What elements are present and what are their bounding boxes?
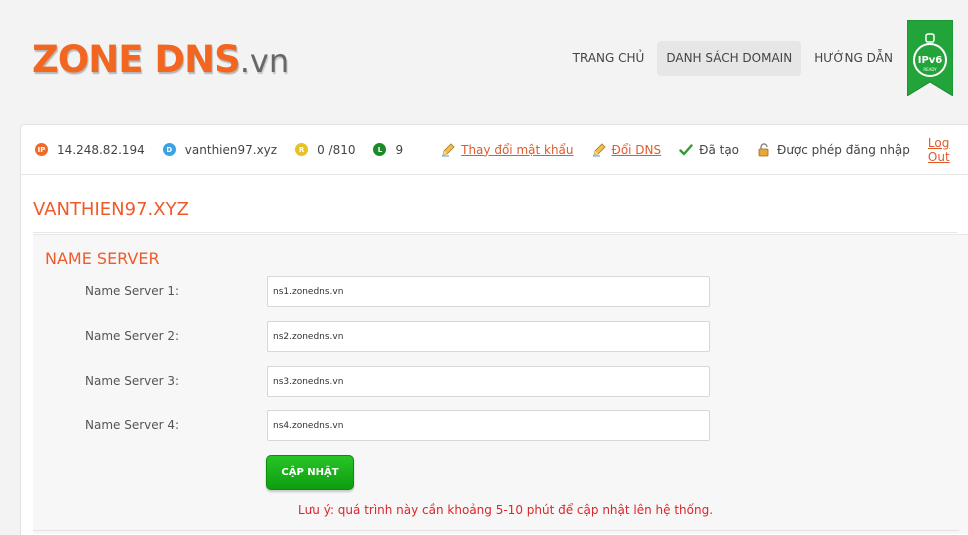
level-info: L 9 xyxy=(373,143,403,157)
badge-label: IPv6 xyxy=(918,55,943,66)
unlock-icon xyxy=(757,142,771,157)
name-server-input-4[interactable] xyxy=(267,410,710,441)
name-server-row-4: Name Server 4: xyxy=(33,410,968,441)
level-value: 9 xyxy=(395,142,404,157)
main-panel: IP 14.248.82.194 D vanthien97.xyz R 0 /8… xyxy=(20,124,968,535)
section-bottom-divider xyxy=(33,530,959,531)
logo-tld: .vn xyxy=(239,42,290,80)
ipv6-ready-badge: IPv6 READY xyxy=(907,20,953,96)
name-server-label-4: Name Server 4: xyxy=(85,418,180,432)
created-status: Đã tạo xyxy=(679,143,739,157)
main-nav: TRANG CHỦ DANH SÁCH DOMAIN HƯỚNG DẪN xyxy=(564,41,902,76)
level-icon: L xyxy=(373,143,387,156)
logo-brand: ZONE DNS xyxy=(32,38,241,81)
records-info: R 0 /810 xyxy=(295,143,355,157)
title-divider xyxy=(33,232,957,233)
name-server-row-1: Name Server 1: xyxy=(33,276,968,307)
pencil-icon xyxy=(441,142,455,157)
name-server-row-3: Name Server 3: xyxy=(33,366,968,397)
section-title: NAME SERVER xyxy=(45,249,160,268)
ip-icon: IP xyxy=(35,143,48,156)
logout-link[interactable]: Log Out xyxy=(928,136,968,164)
name-server-label-2: Name Server 2: xyxy=(85,329,180,343)
badge-sublabel: READY xyxy=(923,67,937,72)
nav-home[interactable]: TRANG CHỦ xyxy=(564,41,654,76)
update-note: Lưu ý: quá trình này cần khoảng 5-10 phú… xyxy=(298,503,714,517)
checkmark-icon xyxy=(679,143,693,157)
ip-value: 14.248.82.194 xyxy=(57,142,145,157)
logo[interactable]: ZONE DNS.vn xyxy=(32,38,290,81)
name-server-input-2[interactable] xyxy=(267,321,710,352)
domain-value: vanthien97.xyz xyxy=(184,142,278,157)
name-server-section: NAME SERVER Name Server 1: Name Server 2… xyxy=(33,234,968,534)
account-info-bar: IP 14.248.82.194 D vanthien97.xyz R 0 /8… xyxy=(21,125,968,175)
account-links: Thay đổi mật khẩu Đổi DNS Đã tạo Được ph… xyxy=(441,136,968,164)
pencil-icon xyxy=(592,142,606,157)
page-title: VANTHIEN97.XYZ xyxy=(33,199,189,220)
records-icon: R xyxy=(295,143,309,156)
records-value: 0 /810 xyxy=(317,142,356,157)
domain-icon: D xyxy=(162,143,176,156)
login-allowed-status: Được phép đăng nhập xyxy=(757,143,910,157)
nav-domain-list[interactable]: DANH SÁCH DOMAIN xyxy=(657,41,802,76)
nav-guide[interactable]: HƯỚNG DẪN xyxy=(805,41,902,76)
ip-info: IP 14.248.82.194 xyxy=(35,143,145,157)
change-password-link[interactable]: Thay đổi mật khẩu xyxy=(441,142,574,157)
domain-info: D vanthien97.xyz xyxy=(162,142,278,157)
name-server-label-3: Name Server 3: xyxy=(85,374,180,388)
name-server-input-1[interactable] xyxy=(267,276,710,307)
name-server-input-3[interactable] xyxy=(267,366,710,397)
name-server-row-2: Name Server 2: xyxy=(33,321,968,352)
change-dns-link[interactable]: Đổi DNS xyxy=(592,142,661,157)
update-button[interactable]: CẬP NHẬT xyxy=(266,455,354,490)
name-server-label-1: Name Server 1: xyxy=(85,284,180,298)
